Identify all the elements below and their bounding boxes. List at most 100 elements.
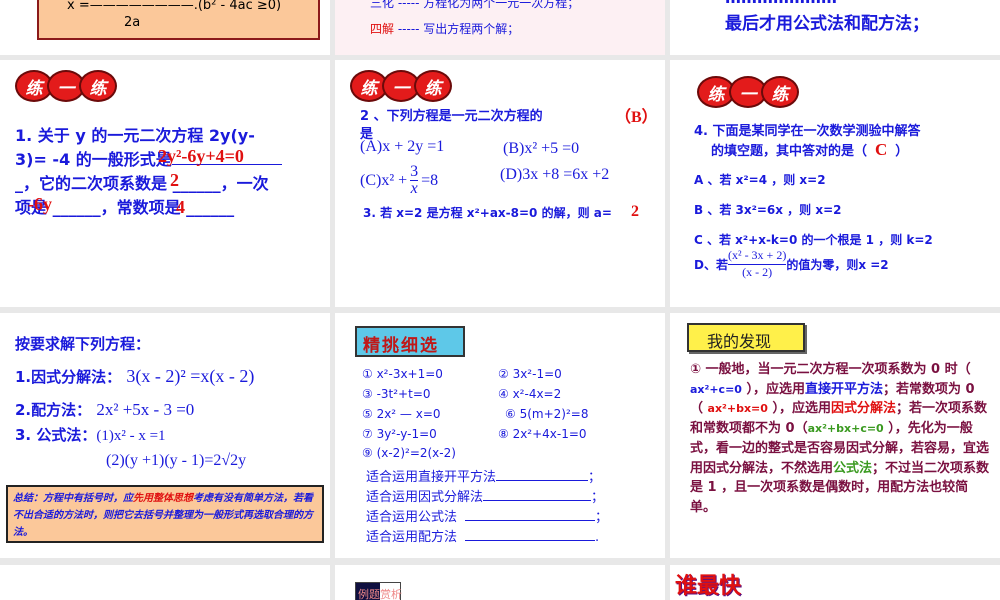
highlight: 公式法 [833, 460, 873, 476]
slide-bottom-right[interactable]: 谁最快 [670, 565, 1000, 600]
equation-3: ③ -3t²+t=0 [362, 387, 431, 401]
q4-title-1: 4. 下面是某同学在一次数学测验中解答 [694, 124, 921, 139]
denominator: (x - 2) [742, 264, 773, 279]
denominator: x [410, 180, 418, 197]
equation-2: ② 3x²-1=0 [498, 367, 562, 381]
equation-1: ① x²-3x+1=0 [362, 367, 443, 381]
method-3-label: 3. 公式法： [15, 426, 97, 444]
fill-direct-root: 适合运用直接开平方法 ； [366, 466, 601, 485]
answer-linear-term: -6y [28, 194, 52, 214]
fill-label: 适合运用因式分解法 [366, 490, 484, 505]
equation-5: ⑤ 2x² — x=0 [362, 407, 441, 421]
slide-q2[interactable]: 练一练 2 、下列方程是一元二次方程的 是 （B） (A)x + 2y =1 (… [335, 60, 665, 307]
formula: ax²+c=0 [690, 382, 742, 396]
q4-title-2: 的填空题，其中答对的是（ C ） [711, 140, 908, 160]
q2-title: 2 、下列方程是一元二次方程的 [360, 109, 543, 124]
answer-quadratic-coef: 2 [170, 170, 179, 190]
q4-title-2-text: 的填空题，其中答对的是（ [711, 144, 868, 159]
option-b: (B)x² +5 =0 [503, 140, 580, 157]
fraction: (x² - 3x + 2) (x - 2) [727, 248, 787, 280]
slide-select[interactable]: 精挑细选 ① x²-3x+1=0 ② 3x²-1=0 ③ -3t²+t=0 ④ … [335, 313, 665, 558]
slide-bottom-left[interactable] [0, 565, 330, 600]
fill-formula: 适合运用公式法 ； [366, 506, 608, 525]
option-c: (C)x² +3 x =8 [360, 164, 438, 197]
q4-option-b: B 、若 3x²=6x ，则 x=2 [694, 203, 842, 217]
slide-discover[interactable]: 我的发现 ① 一般地，当一元二次方程一次项系数为 0 时（ ax²+c=0 ），… [670, 313, 1000, 558]
slide-top-left[interactable]: x =————————.(b² - 4ac ≥0) 2a [0, 0, 330, 55]
practice-badge: 练一练 [15, 70, 117, 102]
step-three: 三化 ----- 方程化为两个一元一次方程； [370, 0, 580, 10]
text: ① 一般地，当一元二次方程一次项系数为 0 时（ [690, 362, 971, 377]
fill-end: ； [595, 510, 609, 525]
step-four: 四解 ----- 写出方程两个解； [370, 20, 519, 37]
option-c-pre: (C)x² + [360, 171, 408, 189]
method-3-equation-1: (1)x² - x =1 [96, 428, 166, 444]
slide-bottom-middle[interactable]: 例题赏析 [335, 565, 665, 600]
equation-6: ⑥ 5(m+2)²=8 [505, 407, 589, 421]
text: ），应选用 [741, 381, 805, 397]
equation-7: ⑦ 3y²-y-1=0 [362, 427, 437, 441]
method-2-equation: 2x² +5x - 3 =0 [96, 400, 195, 419]
answer-general-form: 2y²-6y+4=0 [158, 146, 244, 166]
method-2: 2.配方法： 2x² +5x - 3 =0 [15, 399, 194, 420]
option-a: (A)x + 2y =1 [360, 138, 445, 155]
slide-solve[interactable]: 按要求解下列方程： 1.因式分解法： 3(x - 2)² =x(x - 2) 2… [0, 313, 330, 558]
step-four-head: 四解 [370, 22, 395, 36]
solve-title: 按要求解下列方程： [15, 335, 151, 353]
example-badge: 例题赏析 [355, 582, 402, 600]
slide-top-right[interactable]: ………………… 最后才用公式法和配方法； [670, 0, 1000, 55]
select-badge: 精挑细选 [355, 326, 465, 357]
highlight: 直接开平方法 [804, 381, 883, 397]
slide-top-middle[interactable]: 三化 ----- 方程化为两个一元一次方程； 四解 ----- 写出方程两个解； [335, 0, 665, 55]
badge-char: 练 [79, 70, 117, 102]
equation-9: ⑨ (x-2)²=2(x-2) [362, 446, 456, 460]
method-summary: 最后才用公式法和配方法； [725, 14, 929, 34]
formula-text: x =————————.(b² - 4ac ≥0) [67, 0, 282, 13]
option-c-post: =8 [421, 171, 439, 189]
fill-end: . [595, 530, 600, 545]
formula: ax²+bx+c=0 [807, 422, 884, 436]
q4-d-post: 的值为零，则x =2 [786, 257, 889, 272]
slide-q4[interactable]: 练一练 4. 下面是某同学在一次数学测验中解答 的填空题，其中答对的是（ C ） A… [670, 60, 1000, 307]
method-1-equation: 3(x - 2)² =x(x - 2) [126, 366, 255, 386]
formula-denominator: 2a [124, 15, 141, 30]
slide-q1[interactable]: 练一练 1. 关于 y 的一元二次方程 2y(y- 3)= -4 的一般形式是 … [0, 60, 330, 307]
summary-highlight: 先用整体思想 [133, 493, 193, 504]
answer-constant: 4 [176, 197, 185, 217]
q3-text: 3. 若 x=2 是方程 x²+ax-8=0 的解，则 a= [363, 206, 612, 220]
fill-label: 适合运用配方法 [366, 530, 458, 545]
practice-badge: 练一练 [350, 70, 452, 102]
formula-box: x =————————.(b² - 4ac ≥0) 2a [37, 0, 320, 40]
step-four-text: ----- 写出方程两个解； [394, 22, 520, 36]
method-3-equation-2: (2)(y +1)(y - 1)=2√2y [106, 452, 247, 469]
q2-answer: （B） [615, 109, 658, 126]
q1-line2-text: 3)= -4 的一般形式是 [15, 150, 172, 169]
option-d: (D)3x +8 =6x +2 [500, 166, 610, 183]
practice-badge: 练一练 [697, 76, 799, 108]
fill-completing-square: 适合运用配方法. [366, 526, 599, 545]
q1-line1: 1. 关于 y 的一元二次方程 2y(y- [15, 126, 255, 145]
highlight: 因式分解法 [830, 401, 896, 417]
fill-end: ； [591, 490, 605, 505]
q4-option-a: A 、若 x²=4 ，则 x=2 [694, 173, 826, 187]
q4-option-c: C 、若 x²+x-k=0 的一个根是 1 ，则 k=2 [694, 233, 933, 247]
method-2-label: 2.配方法： [15, 401, 92, 419]
method-3: 3. 公式法：(1)x² - x =1 [15, 424, 166, 445]
q4-d-pre: D、若 [694, 257, 728, 272]
text: ），应选用 [767, 401, 831, 417]
fill-end: ； [588, 470, 602, 485]
fraction: 3x [410, 164, 419, 197]
summary-text: 总结：方程中有括号时，应 [13, 493, 133, 504]
discover-text: ① 一般地，当一元二次方程一次项系数为 0 时（ ax²+c=0 ），应选用直接… [690, 360, 990, 518]
method-1: 1.因式分解法： 3(x - 2)² =x(x - 2) [15, 366, 254, 387]
method-1-label: 1.因式分解法： [15, 368, 122, 386]
q3-answer: 2 [631, 203, 639, 220]
badge-char: 练 [414, 70, 452, 102]
fill-label: 适合运用公式法 [366, 510, 458, 525]
discover-badge: 我的发现 [687, 323, 805, 352]
fill-factoring: 适合运用因式分解法 ； [366, 486, 604, 505]
q1-line3: _，它的二次项系数是 ______，一次 [15, 174, 269, 193]
q4-title-end: ） [895, 144, 909, 159]
q4-answer: C [875, 140, 888, 159]
q4-option-d: D、若 (x² - 3x + 2) (x - 2) 的值为零，则x =2 [694, 248, 889, 280]
